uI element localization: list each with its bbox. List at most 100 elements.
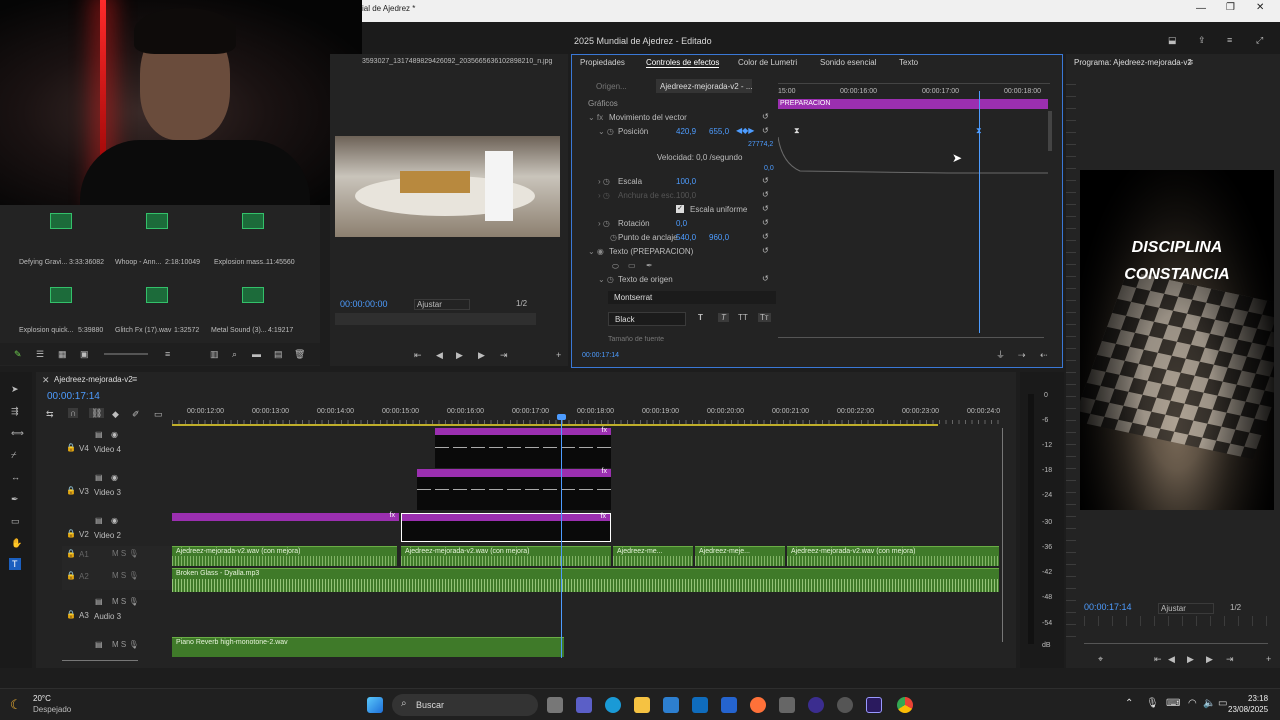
close-icon[interactable]: ✕: [42, 375, 50, 385]
bin-item[interactable]: Glitch Fx (17).wav 1:32572: [110, 287, 199, 335]
premiere-icon[interactable]: [866, 697, 882, 713]
program-ratio-select[interactable]: 1/2: [1230, 603, 1241, 612]
keyboard-icon[interactable]: ⌨: [1166, 698, 1180, 709]
film-icon[interactable]: ▤: [95, 473, 103, 482]
hand-icon[interactable]: ✋: [11, 538, 22, 548]
filter-icon[interactable]: ⏚: [996, 350, 1005, 360]
tab-color-de-lumetri[interactable]: Color de Lumetri: [738, 58, 797, 67]
pen-mask-icon[interactable]: ✒: [646, 261, 653, 270]
lock-icon[interactable]: 🔒: [66, 610, 76, 619]
mute-button[interactable]: M S 🎙: [112, 640, 139, 649]
title-clip[interactable]: fx: [417, 468, 611, 477]
tab-propiedades[interactable]: Propiedades: [580, 58, 625, 67]
sort-icon[interactable]: ≡: [165, 349, 170, 359]
maximize-icon[interactable]: ❐: [1226, 2, 1235, 13]
app-icon[interactable]: [779, 697, 795, 713]
rotation-value[interactable]: 0,0: [676, 219, 687, 228]
automate-icon[interactable]: ▥: [210, 349, 219, 359]
captions-icon[interactable]: ▭: [154, 409, 163, 419]
eye-icon[interactable]: ◉: [111, 516, 118, 525]
anchor-y[interactable]: 960,0: [709, 233, 729, 242]
kf-zoom-bar[interactable]: [778, 337, 1044, 338]
pencil-icon[interactable]: ✎: [14, 349, 22, 359]
kf-clip-bar[interactable]: PREPARACION: [778, 99, 1048, 109]
bin-item[interactable]: Explosion quick... 5:39880: [14, 287, 103, 335]
zoom-slider[interactable]: [104, 353, 148, 355]
uniform-scale-checkbox[interactable]: ✓: [676, 205, 684, 213]
close-icon[interactable]: ✕: [1256, 2, 1264, 13]
teams-icon[interactable]: [576, 697, 592, 713]
type-tool-icon[interactable]: T: [9, 558, 21, 570]
stopwatch-icon[interactable]: ◷: [610, 233, 617, 242]
eye-icon[interactable]: ⌄ ◉: [588, 247, 604, 256]
weather-icon[interactable]: ☾: [10, 697, 22, 713]
reset-icon[interactable]: ↺: [762, 218, 769, 227]
panel-menu-icon[interactable]: ≡: [1188, 57, 1193, 67]
lock-icon[interactable]: 🔒: [66, 571, 76, 580]
reset-icon[interactable]: ↺: [762, 204, 769, 213]
todo-icon[interactable]: [721, 697, 737, 713]
timeline-zoom-bar[interactable]: [62, 660, 138, 661]
playhead-handle[interactable]: [557, 414, 566, 420]
add-icon[interactable]: +: [556, 350, 561, 360]
graphic-clip-selected[interactable]: fx: [401, 513, 611, 542]
film-icon[interactable]: ▤: [95, 430, 103, 439]
search-box[interactable]: ⌕ Buscar: [392, 694, 538, 716]
program-zoom-bar[interactable]: [1084, 643, 1268, 644]
stopwatch-icon[interactable]: › ◷: [598, 219, 610, 228]
program-fit-select[interactable]: Ajustar: [1158, 603, 1214, 614]
outlook-icon[interactable]: [692, 697, 708, 713]
sync-icon[interactable]: ▤: [95, 597, 103, 606]
reset-icon[interactable]: ↺: [762, 190, 769, 199]
eye-icon[interactable]: ◉: [111, 473, 118, 482]
app-icon[interactable]: [837, 697, 853, 713]
audio-clip[interactable]: Piano Reverb high-monotone-2.wav: [172, 637, 564, 657]
kf-scrollbar[interactable]: [1048, 111, 1052, 151]
reset-icon[interactable]: ↺: [762, 176, 769, 185]
export-icon[interactable]: ⇢: [1018, 350, 1026, 360]
trash-icon[interactable]: 🗑: [294, 349, 305, 359]
tab-texto[interactable]: Texto: [899, 58, 918, 67]
volume-icon[interactable]: 🔈: [1203, 698, 1215, 709]
firefox-icon[interactable]: [750, 697, 766, 713]
audio-clip[interactable]: Ajedreez-me...: [613, 546, 693, 566]
selection-tool-icon[interactable]: ➤: [11, 384, 19, 394]
title-clip-body[interactable]: [435, 435, 611, 468]
frame-back-icon[interactable]: ◀: [436, 350, 443, 360]
import-icon[interactable]: ⬓: [1168, 35, 1177, 45]
mute-button[interactable]: M S 🎙: [112, 597, 139, 606]
ripple-edit-icon[interactable]: ⟺: [11, 428, 24, 438]
italic-button[interactable]: T: [718, 313, 729, 322]
lock-icon[interactable]: 🔒: [66, 443, 76, 452]
sync-icon[interactable]: ▤: [95, 640, 103, 649]
bold-button[interactable]: T: [698, 313, 703, 322]
stopwatch-icon[interactable]: ⌄ ◷: [598, 127, 614, 136]
rect-mask-icon[interactable]: ▭: [628, 261, 636, 270]
tab-sonido-esencial[interactable]: Sonido esencial: [820, 58, 876, 67]
frame-forward-icon[interactable]: ▶: [478, 350, 485, 360]
frame-forward-icon[interactable]: ▶: [1206, 654, 1213, 664]
freeform-view-icon[interactable]: ▣: [80, 349, 89, 359]
lock-icon[interactable]: 🔒: [66, 486, 76, 495]
play-icon[interactable]: ▶: [456, 350, 463, 360]
work-area-bar[interactable]: [172, 424, 938, 426]
battery-icon[interactable]: ▭: [1218, 698, 1227, 709]
add-icon[interactable]: +: [1266, 654, 1271, 664]
reset-icon[interactable]: ↺: [762, 126, 769, 135]
scale-value[interactable]: 100,0: [676, 177, 696, 186]
menu-icon[interactable]: ≡: [1227, 35, 1232, 45]
step-forward-icon[interactable]: ⇥: [1226, 654, 1234, 664]
list-view-icon[interactable]: ☰: [36, 349, 44, 359]
program-scrubber[interactable]: [1084, 616, 1272, 626]
mute-button[interactable]: M S 🎙: [112, 549, 139, 558]
reset-icon[interactable]: ↺: [762, 246, 769, 255]
timeline-ruler[interactable]: 00:00:12:00 00:00:13:00 00:00:14:00 00:0…: [172, 406, 1004, 426]
bin-item[interactable]: Metal Sound (3)... 4:19217: [206, 287, 296, 335]
sequence-dropdown[interactable]: Ajedreez-mejorada-v2 - ...: [656, 79, 752, 93]
add-marker-icon[interactable]: ◆: [112, 409, 119, 419]
graphic-clip[interactable]: fx: [172, 512, 399, 521]
position-y[interactable]: 655,0: [709, 127, 729, 136]
import-icon[interactable]: ⇠: [1040, 350, 1048, 360]
nest-icon[interactable]: ⇆: [46, 409, 54, 419]
source-fit-select[interactable]: Ajustar: [414, 299, 470, 310]
